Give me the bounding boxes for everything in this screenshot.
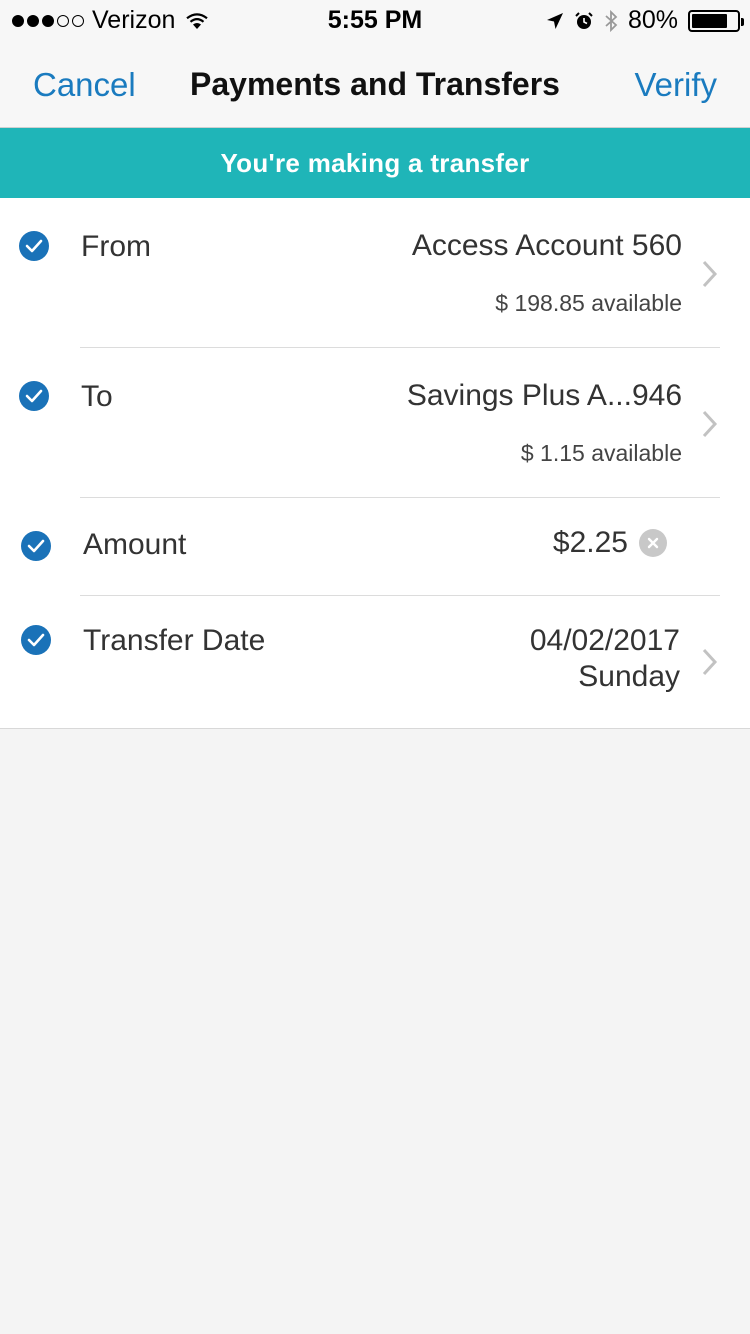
amount-row[interactable]: Amount $2.25 xyxy=(0,498,750,596)
to-account-row[interactable]: To Savings Plus A...946 $ 1.15 available xyxy=(0,348,750,498)
battery-icon xyxy=(688,9,744,32)
amount-label: Amount xyxy=(83,528,187,561)
bluetooth-icon xyxy=(605,9,618,32)
verify-button[interactable]: Verify xyxy=(634,66,717,104)
to-available-balance: $ 1.15 available xyxy=(520,440,682,466)
transfer-date-label: Transfer Date xyxy=(83,624,266,657)
transfer-form: From Access Account 560 $ 198.85 availab… xyxy=(0,198,750,729)
chevron-right-icon xyxy=(702,648,718,676)
to-account-name: Savings Plus A...946 xyxy=(406,379,682,412)
from-label: From xyxy=(81,230,151,263)
location-icon xyxy=(546,12,563,29)
status-bar: Verizon 5:55 PM 80% xyxy=(0,0,750,40)
from-account-name: Access Account 560 xyxy=(411,229,682,262)
check-icon xyxy=(19,231,49,261)
transfer-date-row[interactable]: Transfer Date 04/02/2017 Sunday xyxy=(0,596,750,728)
transfer-date-value: 04/02/2017 xyxy=(529,624,680,657)
cancel-button[interactable]: Cancel xyxy=(33,66,136,104)
alarm-icon xyxy=(575,11,593,29)
navigation-bar: Cancel Payments and Transfers Verify xyxy=(0,40,750,128)
to-label: To xyxy=(81,380,113,413)
status-right: 80% xyxy=(546,6,744,35)
transfer-banner: You're making a transfer xyxy=(0,128,750,198)
chevron-right-icon xyxy=(702,260,718,288)
chevron-right-icon xyxy=(702,410,718,438)
clear-icon[interactable] xyxy=(639,529,667,557)
from-account-row[interactable]: From Access Account 560 $ 198.85 availab… xyxy=(0,198,750,348)
amount-field[interactable]: $2.25 xyxy=(553,526,628,560)
battery-percent: 80% xyxy=(627,6,678,34)
check-icon xyxy=(21,531,51,561)
transfer-date-weekday: Sunday xyxy=(578,660,680,693)
from-available-balance: $ 198.85 available xyxy=(495,290,682,316)
check-icon xyxy=(19,381,49,411)
check-icon xyxy=(21,625,51,655)
